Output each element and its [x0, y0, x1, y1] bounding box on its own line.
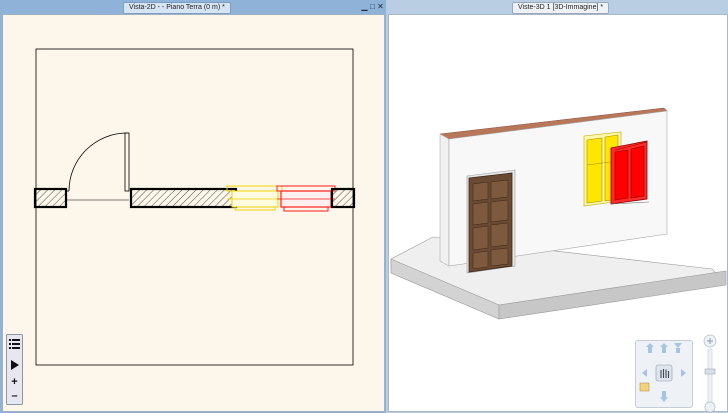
minimize-button[interactable]: ▁	[361, 3, 368, 11]
nav-down-right-arrow	[674, 343, 682, 348]
nav-up-left-arrow	[646, 343, 654, 347]
restore-button[interactable]: □	[369, 3, 376, 11]
nav-up-arrow	[660, 343, 668, 347]
wall-segment-right	[330, 187, 356, 209]
view-2d-titlebar[interactable]: Vista-2D - - Piano Terra (0 m) * ▁ □ ✕	[0, 0, 386, 14]
zoom-in-icon[interactable]: +	[8, 376, 21, 389]
view-2d-toolbar: + –	[6, 334, 23, 405]
zoom-slider[interactable]	[700, 333, 720, 413]
zoom-minus-icon	[704, 401, 716, 413]
view-icon	[639, 382, 650, 392]
zoom-out-icon[interactable]: –	[8, 390, 21, 403]
nav-right-arrow	[681, 369, 686, 377]
close-button[interactable]: ✕	[377, 3, 384, 11]
floor-plan-canvas[interactable]: + –	[2, 14, 385, 412]
view-2d-title[interactable]: Vista-2D - - Piano Terra (0 m) *	[123, 2, 231, 14]
view-3d-titlebar[interactable]: Viste-3D 1 [3D-Immagine] *	[386, 0, 728, 14]
view-3d-window: Viste-3D 1 [3D-Immagine] *	[386, 0, 728, 413]
navigation-control[interactable]	[635, 340, 693, 408]
play-icon[interactable]	[8, 358, 21, 371]
3d-render-canvas[interactable]	[388, 14, 728, 413]
zoom-track	[707, 348, 713, 404]
view-2d-window: Vista-2D - - Piano Terra (0 m) * ▁ □ ✕ +…	[0, 0, 386, 413]
floor-plan-drawing	[33, 48, 356, 366]
wall-segment-center	[129, 187, 238, 209]
door-symbol	[66, 132, 130, 201]
zoom-thumb	[704, 368, 716, 375]
wall-end-face	[439, 133, 450, 267]
list-icon[interactable]	[8, 337, 21, 350]
wall-segment-left	[33, 187, 68, 209]
door-3d	[466, 169, 516, 274]
window-red-plan	[276, 185, 336, 212]
nav-left-arrow	[642, 369, 647, 377]
window-red-3d	[610, 140, 650, 205]
nav-down-arrow	[660, 397, 668, 402]
view-3d-title[interactable]: Viste-3D 1 [3D-Immagine] *	[512, 2, 610, 14]
